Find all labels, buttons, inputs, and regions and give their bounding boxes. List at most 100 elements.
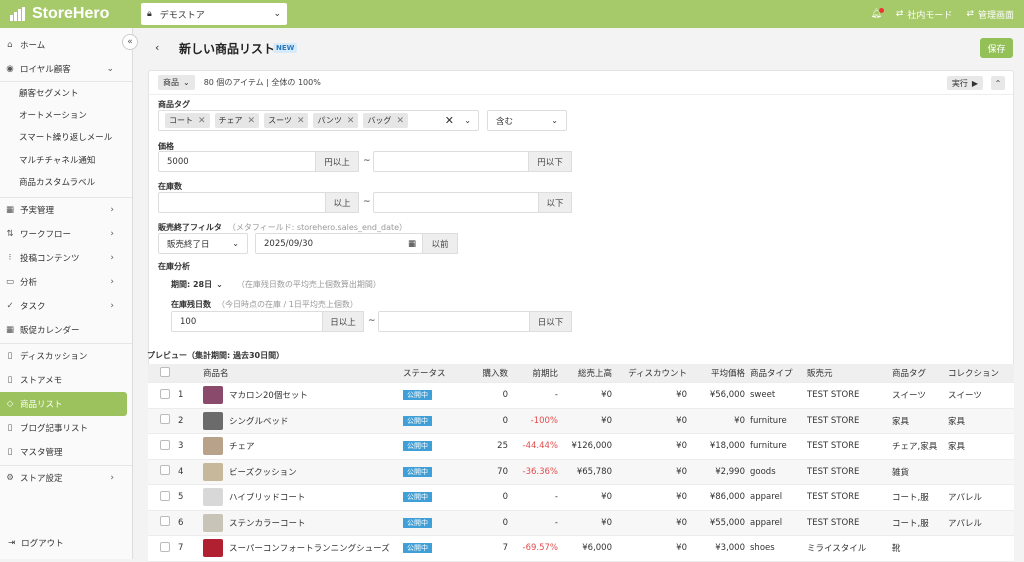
- tag-multiselect[interactable]: コート ✕ チェア ✕ スーツ ✕ パンツ ✕ バッグ ✕ ✕ ⌄: [158, 110, 479, 131]
- calendar-icon[interactable]: ▦: [408, 239, 416, 249]
- close-icon[interactable]: ✕: [248, 116, 256, 126]
- sidebar-subitem-segment[interactable]: 顧客セグメント: [0, 81, 132, 104]
- sidebar-item-master[interactable]: ▯ マスタ管理: [0, 440, 132, 464]
- chevron-right-icon: ›: [110, 472, 114, 483]
- scope-select[interactable]: 商品 ⌄: [158, 75, 195, 90]
- product-name[interactable]: ビーズクッション: [203, 462, 403, 481]
- close-icon[interactable]: ✕: [297, 116, 305, 126]
- table-row[interactable]: 6 ステンカラーコート 公開中 0 - ¥0 ¥0 ¥55,000 apparel TEST ST…: [148, 510, 1014, 536]
- select-all-checkbox[interactable]: [148, 366, 178, 380]
- column-header[interactable]: 購入数: [463, 367, 508, 379]
- sales-end-field-select[interactable]: 販売終了日 ⌄: [158, 233, 248, 254]
- column-header[interactable]: 販売元: [807, 367, 892, 379]
- sidebar-item-workflow[interactable]: ⇅ ワークフロー ›: [0, 222, 132, 246]
- period-select[interactable]: 期間: 28日 ⌄ （在庫残日数の平均売上個数算出期間）: [171, 279, 381, 290]
- checkbox[interactable]: [160, 465, 170, 476]
- row-checkbox-cell[interactable]: [148, 516, 178, 529]
- stock-max-input[interactable]: [373, 192, 539, 213]
- sidebar-subitem-automation[interactable]: オートメーション: [0, 104, 132, 127]
- logout-button[interactable]: ⇥ ログアウト: [8, 537, 64, 549]
- row-checkbox-cell[interactable]: [148, 465, 178, 478]
- column-header[interactable]: 商品名: [203, 367, 403, 379]
- sidebar-item-task[interactable]: ✓ タスク ›: [0, 294, 132, 318]
- close-icon[interactable]: ✕: [396, 116, 404, 126]
- product-name[interactable]: スーパーコンフォートランニングシューズ: [203, 539, 403, 558]
- column-header[interactable]: ディスカウント: [612, 367, 687, 379]
- column-header[interactable]: 総売上高: [558, 367, 612, 379]
- save-button[interactable]: 保存: [980, 38, 1013, 58]
- table-row[interactable]: 7 スーパーコンフォートランニングシューズ 公開中 7 -69.57% ¥6,000 ¥0 ¥…: [148, 536, 1014, 562]
- price-min-input[interactable]: 5000: [158, 151, 316, 172]
- collapse-card-button[interactable]: ⌃: [991, 76, 1005, 90]
- row-checkbox-cell[interactable]: [148, 541, 178, 555]
- stock-min-input[interactable]: [158, 192, 326, 213]
- sidebar-item-discussion[interactable]: ▯ ディスカッション: [0, 344, 132, 368]
- vendor: TEST STORE: [807, 492, 860, 503]
- tag-chip[interactable]: チェア ✕: [214, 113, 260, 128]
- column-header[interactable]: 前期比: [508, 367, 558, 379]
- product-name[interactable]: シングルベッド: [203, 411, 403, 430]
- chevron-down-icon[interactable]: ⌄: [464, 116, 471, 125]
- tag-chip[interactable]: バッグ ✕: [363, 113, 408, 128]
- checkbox[interactable]: [160, 439, 170, 450]
- row-checkbox-cell[interactable]: [148, 490, 178, 504]
- close-icon[interactable]: ✕: [198, 116, 206, 126]
- product-name[interactable]: マカロン20個セット: [203, 386, 403, 405]
- notification-bell-icon[interactable]: 🔔︎: [870, 8, 884, 19]
- table-row[interactable]: 5 ハイブリッドコート 公開中 0 - ¥0 ¥0 ¥86,000 apparel TEST ST…: [148, 485, 1014, 511]
- days-max-input[interactable]: [378, 311, 530, 332]
- product-name[interactable]: ステンカラーコート: [203, 513, 403, 532]
- back-arrow-icon[interactable]: ‹: [155, 41, 159, 54]
- sidebar-subitem-multichannel[interactable]: マルチチャネル通知: [0, 149, 132, 172]
- tag-mode-select[interactable]: 含む ⌄: [487, 110, 567, 131]
- chevron-down-icon: ⌄: [232, 239, 239, 248]
- sidebar-item-store-settings[interactable]: ⚙︎ ストア設定 ›: [0, 466, 132, 490]
- checkbox[interactable]: [160, 366, 170, 377]
- days-min-input[interactable]: 100: [171, 311, 323, 332]
- tag-chip[interactable]: コート ✕: [165, 113, 210, 128]
- close-icon[interactable]: ✕: [347, 116, 355, 126]
- checkbox[interactable]: [160, 516, 170, 527]
- row-checkbox-cell[interactable]: [148, 388, 178, 402]
- sidebar-subitem-smart-mail[interactable]: スマート繰り返しメール: [0, 126, 132, 149]
- sidebar-item-store-memo[interactable]: ▯ ストアメモ: [0, 368, 132, 392]
- run-button[interactable]: 実行 ▶: [946, 76, 983, 90]
- checkbox[interactable]: [160, 541, 170, 552]
- sidebar-item-analytics[interactable]: ▭ 分析 ›: [0, 270, 132, 294]
- sales-end-date-input[interactable]: 2025/09/30 ▦: [255, 233, 423, 254]
- product-name[interactable]: ハイブリッドコート: [203, 488, 403, 507]
- row-checkbox-cell[interactable]: [148, 439, 178, 453]
- vendor: ミライスタイル: [807, 544, 867, 555]
- table-row[interactable]: 2 シングルベッド 公開中 0 -100% ¥0 ¥0 ¥0 furniture TEST STO…: [148, 408, 1014, 434]
- column-header[interactable]: 商品タイプ: [745, 367, 807, 379]
- price-max-input[interactable]: [373, 151, 529, 172]
- sidebar-item-content[interactable]: ⁝ 投稿コンテンツ ›: [0, 246, 132, 270]
- table-row[interactable]: 1 マカロン20個セット 公開中 0 - ¥0 ¥0 ¥56,000 sweet TEST STO…: [148, 383, 1014, 409]
- table-row[interactable]: 4 ビーズクッション 公開中 70 -36.36% ¥65,780 ¥0 ¥2,990 good…: [148, 459, 1014, 485]
- row-checkbox-cell[interactable]: [148, 414, 178, 427]
- sidebar-item-home[interactable]: ⌂ ホーム: [0, 33, 132, 57]
- store-selector[interactable]: 🔒︎ デモストア ⌄: [141, 3, 287, 25]
- sidebar-collapse-button[interactable]: «: [122, 34, 138, 50]
- sidebar-item-promo-calendar[interactable]: ▦ 販促カレンダー: [0, 318, 132, 342]
- product-name[interactable]: チェア: [203, 437, 403, 456]
- sidebar-item-budget[interactable]: ▦ 予実管理 ›: [0, 198, 132, 222]
- tag-chip[interactable]: パンツ ✕: [313, 113, 359, 128]
- admin-link[interactable]: ⇄ 管理画面: [966, 8, 1014, 21]
- internal-mode-link[interactable]: ⇄ 社内モード: [896, 8, 953, 21]
- sidebar-item-loyal-customers[interactable]: ◉ ロイヤル顧客 ⌄: [0, 57, 132, 81]
- table-row[interactable]: 3 チェア 公開中 25 -44.44% ¥126,000 ¥0 ¥18,000 furnitu…: [148, 434, 1014, 460]
- sidebar-item-blog-list[interactable]: ▯ ブログ記事リスト: [0, 416, 132, 440]
- checkbox[interactable]: [160, 388, 170, 399]
- clear-all-icon[interactable]: ✕: [445, 114, 454, 127]
- sidebar-subitem-custom-label[interactable]: 商品カスタムラベル: [0, 171, 132, 194]
- brand-logo[interactable]: StoreHero: [10, 5, 140, 23]
- column-header[interactable]: コレクション: [948, 367, 1008, 379]
- checkbox[interactable]: [160, 490, 170, 501]
- column-header[interactable]: 商品タグ: [892, 367, 948, 379]
- sidebar-item-product-list[interactable]: ◇ 商品リスト: [0, 391, 127, 416]
- checkbox[interactable]: [160, 414, 170, 425]
- column-header[interactable]: 平均価格: [687, 367, 745, 379]
- tag-chip[interactable]: スーツ ✕: [264, 113, 309, 128]
- column-header[interactable]: ステータス: [403, 367, 463, 379]
